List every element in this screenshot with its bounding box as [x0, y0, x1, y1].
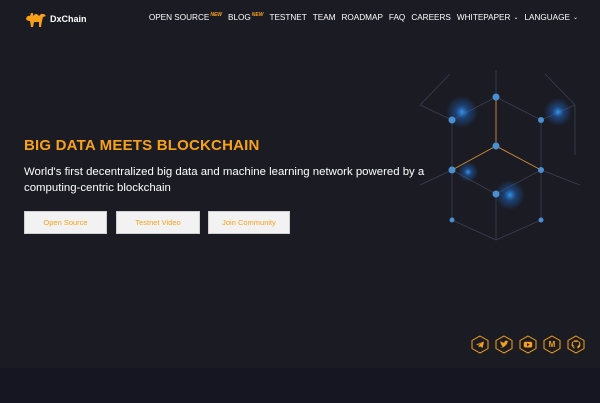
- main-nav: OPEN SOURCE NEW BLOG NEW TESTNET TEAM RO…: [148, 12, 578, 23]
- nav-careers[interactable]: CAREERS: [411, 13, 451, 23]
- hexagon-network-graphic: [419, 70, 581, 241]
- nav-roadmap[interactable]: ROADMAP: [342, 13, 383, 23]
- footer-section: [0, 368, 600, 403]
- telegram-link[interactable]: [471, 335, 489, 354]
- nav-language-dropdown[interactable]: LANGUAGE ⌄: [524, 13, 578, 23]
- nav-careers-label: CAREERS: [411, 13, 451, 22]
- nav-blog[interactable]: BLOG NEW: [228, 12, 264, 23]
- social-links: M: [471, 335, 585, 354]
- chevron-down-icon: ⌄: [513, 15, 519, 21]
- nav-team[interactable]: TEAM: [313, 13, 336, 23]
- nav-testnet-label: TESTNET: [269, 13, 307, 22]
- nav-team-label: TEAM: [312, 13, 336, 22]
- site-header: DxChain OPEN SOURCE NEW BLOG NEW TESTNET…: [0, 0, 600, 38]
- github-icon: [571, 340, 581, 349]
- nav-language-label: LANGUAGE: [524, 13, 570, 22]
- new-badge: NEW: [251, 12, 264, 18]
- new-badge: NEW: [210, 12, 223, 18]
- nav-faq[interactable]: FAQ: [389, 13, 405, 23]
- twitter-link[interactable]: [495, 335, 513, 354]
- testnet-video-button[interactable]: Testnet Video: [116, 211, 200, 234]
- chevron-down-icon: ⌄: [572, 15, 578, 21]
- nav-open-source-label: OPEN SOURCE: [148, 13, 210, 22]
- hero-title: BIG DATA MEETS BLOCKCHAIN: [24, 137, 260, 154]
- join-community-button[interactable]: Join Community: [208, 211, 290, 234]
- github-link[interactable]: [567, 335, 585, 354]
- nav-whitepaper-dropdown[interactable]: WHITEPAPER ⌄: [457, 13, 519, 23]
- medium-icon: M: [548, 340, 556, 349]
- nav-roadmap-label: ROADMAP: [341, 13, 383, 22]
- telegram-icon: [476, 341, 484, 348]
- medium-link[interactable]: M: [543, 335, 561, 354]
- twitter-icon: [500, 340, 509, 348]
- nav-whitepaper-label: WHITEPAPER: [456, 13, 511, 22]
- nav-open-source[interactable]: OPEN SOURCE NEW: [148, 12, 223, 23]
- brand-name: DxChain: [50, 14, 87, 24]
- hero-subtitle: World's first decentralized big data and…: [24, 166, 425, 194]
- youtube-link[interactable]: [519, 335, 537, 354]
- nav-testnet[interactable]: TESTNET: [269, 13, 306, 23]
- nav-blog-label: BLOG: [228, 13, 251, 22]
- youtube-icon: [523, 341, 533, 348]
- brand-logo[interactable]: DxChain: [24, 10, 87, 28]
- camel-logo-icon: [26, 13, 46, 27]
- nav-faq-label: FAQ: [388, 13, 406, 22]
- open-source-button[interactable]: Open Source: [24, 211, 107, 234]
